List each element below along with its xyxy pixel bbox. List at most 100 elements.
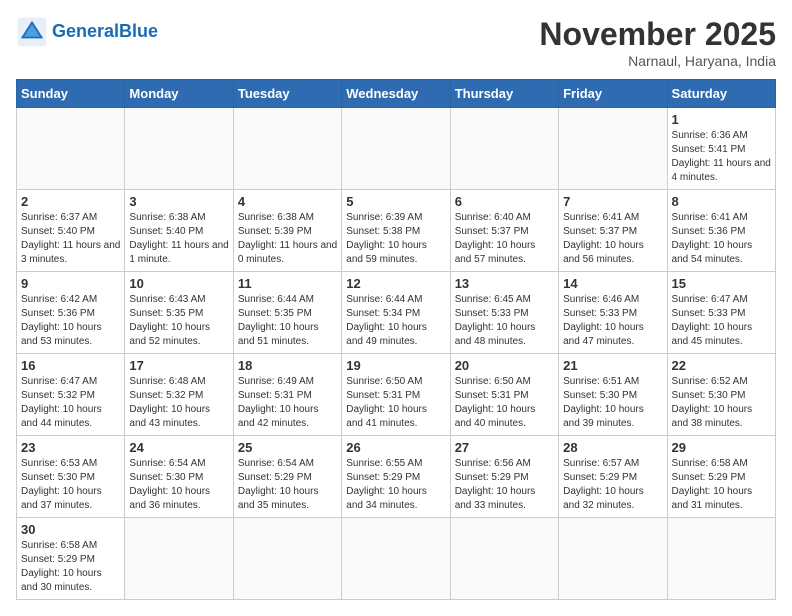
day-number: 27: [455, 440, 554, 455]
logo-blue-text: Blue: [119, 21, 158, 41]
day-number: 7: [563, 194, 662, 209]
logo-icon: [16, 16, 48, 48]
day-info: Sunrise: 6:44 AM Sunset: 5:34 PM Dayligh…: [346, 293, 445, 349]
calendar-cell: 5 Sunrise: 6:39 AM Sunset: 5:38 PM Daylig…: [342, 190, 450, 272]
day-info: Sunrise: 6:50 AM Sunset: 5:31 PM Dayligh…: [455, 375, 554, 431]
month-title: November 2025: [539, 16, 776, 53]
header-friday: Friday: [559, 80, 667, 108]
location: Narnaul, Haryana, India: [539, 53, 776, 69]
day-info: Sunrise: 6:41 AM Sunset: 5:37 PM Dayligh…: [563, 211, 662, 267]
calendar-cell: [450, 518, 558, 600]
calendar-cell: 20Sunrise: 6:50 AM Sunset: 5:31 PM Dayli…: [450, 354, 558, 436]
day-number: 1: [672, 112, 771, 127]
calendar-row-4: 23Sunrise: 6:53 AM Sunset: 5:30 PM Dayli…: [17, 436, 776, 518]
weekday-header-row: Sunday Monday Tuesday Wednesday Thursday…: [17, 80, 776, 108]
day-info: Sunrise: 6:41 AM Sunset: 5:36 PM Dayligh…: [672, 211, 771, 267]
day-info: Sunrise: 6:50 AM Sunset: 5:31 PM Dayligh…: [346, 375, 445, 431]
day-number: 19: [346, 358, 445, 373]
day-info: Sunrise: 6:49 AM Sunset: 5:31 PM Dayligh…: [238, 375, 337, 431]
calendar-cell: 19 Sunrise: 6:50 AM Sunset: 5:31 PM Dayli…: [342, 354, 450, 436]
day-number: 15: [672, 276, 771, 291]
day-number: 2: [21, 194, 120, 209]
calendar-cell: 9Sunrise: 6:42 AM Sunset: 5:36 PM Daylig…: [17, 272, 125, 354]
calendar-cell: [233, 108, 341, 190]
calendar-cell: [233, 518, 341, 600]
day-info: Sunrise: 6:48 AM Sunset: 5:32 PM Dayligh…: [129, 375, 228, 431]
calendar-cell: 24 Sunrise: 6:54 AM Sunset: 5:30 PM Dayli…: [125, 436, 233, 518]
calendar-cell: 13 Sunrise: 6:45 AM Sunset: 5:33 PM Dayli…: [450, 272, 558, 354]
day-info: Sunrise: 6:54 AM Sunset: 5:29 PM Dayligh…: [238, 457, 337, 513]
calendar-cell: 30Sunrise: 6:58 AM Sunset: 5:29 PM Dayli…: [17, 518, 125, 600]
day-info: Sunrise: 6:52 AM Sunset: 5:30 PM Dayligh…: [672, 375, 771, 431]
calendar-cell: 27 Sunrise: 6:56 AM Sunset: 5:29 PM Dayli…: [450, 436, 558, 518]
calendar-cell: 28 Sunrise: 6:57 AM Sunset: 5:29 PM Dayli…: [559, 436, 667, 518]
title-block: November 2025 Narnaul, Haryana, India: [539, 16, 776, 69]
day-number: 16: [21, 358, 120, 373]
day-info: Sunrise: 6:56 AM Sunset: 5:29 PM Dayligh…: [455, 457, 554, 513]
calendar-row-3: 16 Sunrise: 6:47 AM Sunset: 5:32 PM Dayli…: [17, 354, 776, 436]
day-info: Sunrise: 6:37 AM Sunset: 5:40 PM Dayligh…: [21, 211, 120, 267]
day-number: 24: [129, 440, 228, 455]
calendar-cell: [342, 108, 450, 190]
calendar-row-0: 1 Sunrise: 6:36 AM Sunset: 5:41 PM Daylig…: [17, 108, 776, 190]
calendar-cell: 23Sunrise: 6:53 AM Sunset: 5:30 PM Dayli…: [17, 436, 125, 518]
day-number: 26: [346, 440, 445, 455]
calendar-cell: [17, 108, 125, 190]
day-number: 3: [129, 194, 228, 209]
calendar-cell: 21 Sunrise: 6:51 AM Sunset: 5:30 PM Dayli…: [559, 354, 667, 436]
day-number: 22: [672, 358, 771, 373]
calendar-cell: 15 Sunrise: 6:47 AM Sunset: 5:33 PM Dayli…: [667, 272, 775, 354]
header-tuesday: Tuesday: [233, 80, 341, 108]
day-info: Sunrise: 6:39 AM Sunset: 5:38 PM Dayligh…: [346, 211, 445, 267]
day-info: Sunrise: 6:55 AM Sunset: 5:29 PM Dayligh…: [346, 457, 445, 513]
day-info: Sunrise: 6:47 AM Sunset: 5:33 PM Dayligh…: [672, 293, 771, 349]
calendar-row-5: 30Sunrise: 6:58 AM Sunset: 5:29 PM Dayli…: [17, 518, 776, 600]
calendar-cell: 7 Sunrise: 6:41 AM Sunset: 5:37 PM Daylig…: [559, 190, 667, 272]
calendar-table: Sunday Monday Tuesday Wednesday Thursday…: [16, 79, 776, 600]
day-number: 6: [455, 194, 554, 209]
day-info: Sunrise: 6:40 AM Sunset: 5:37 PM Dayligh…: [455, 211, 554, 267]
day-number: 5: [346, 194, 445, 209]
calendar-cell: 25 Sunrise: 6:54 AM Sunset: 5:29 PM Dayli…: [233, 436, 341, 518]
day-info: Sunrise: 6:57 AM Sunset: 5:29 PM Dayligh…: [563, 457, 662, 513]
calendar-cell: 3Sunrise: 6:38 AM Sunset: 5:40 PM Daylig…: [125, 190, 233, 272]
day-number: 10: [129, 276, 228, 291]
day-info: Sunrise: 6:58 AM Sunset: 5:29 PM Dayligh…: [672, 457, 771, 513]
day-number: 28: [563, 440, 662, 455]
calendar-cell: [667, 518, 775, 600]
calendar-cell: [559, 108, 667, 190]
day-number: 11: [238, 276, 337, 291]
calendar-cell: 29Sunrise: 6:58 AM Sunset: 5:29 PM Dayli…: [667, 436, 775, 518]
day-info: Sunrise: 6:51 AM Sunset: 5:30 PM Dayligh…: [563, 375, 662, 431]
day-info: Sunrise: 6:45 AM Sunset: 5:33 PM Dayligh…: [455, 293, 554, 349]
day-number: 21: [563, 358, 662, 373]
header-monday: Monday: [125, 80, 233, 108]
day-number: 25: [238, 440, 337, 455]
page-header: GeneralBlue November 2025 Narnaul, Harya…: [16, 16, 776, 69]
logo: GeneralBlue: [16, 16, 158, 48]
calendar-cell: 8 Sunrise: 6:41 AM Sunset: 5:36 PM Daylig…: [667, 190, 775, 272]
day-number: 30: [21, 522, 120, 537]
calendar-cell: 16 Sunrise: 6:47 AM Sunset: 5:32 PM Dayli…: [17, 354, 125, 436]
day-info: Sunrise: 6:38 AM Sunset: 5:39 PM Dayligh…: [238, 211, 337, 267]
logo-text: GeneralBlue: [52, 22, 158, 42]
day-info: Sunrise: 6:36 AM Sunset: 5:41 PM Dayligh…: [672, 129, 771, 185]
day-info: Sunrise: 6:54 AM Sunset: 5:30 PM Dayligh…: [129, 457, 228, 513]
day-info: Sunrise: 6:43 AM Sunset: 5:35 PM Dayligh…: [129, 293, 228, 349]
day-number: 13: [455, 276, 554, 291]
header-wednesday: Wednesday: [342, 80, 450, 108]
calendar-cell: 26 Sunrise: 6:55 AM Sunset: 5:29 PM Dayli…: [342, 436, 450, 518]
calendar-cell: [342, 518, 450, 600]
calendar-cell: 18Sunrise: 6:49 AM Sunset: 5:31 PM Dayli…: [233, 354, 341, 436]
calendar-cell: 10 Sunrise: 6:43 AM Sunset: 5:35 PM Dayli…: [125, 272, 233, 354]
calendar-cell: 2 Sunrise: 6:37 AM Sunset: 5:40 PM Daylig…: [17, 190, 125, 272]
day-number: 8: [672, 194, 771, 209]
calendar-cell: 6 Sunrise: 6:40 AM Sunset: 5:37 PM Daylig…: [450, 190, 558, 272]
calendar-cell: 4Sunrise: 6:38 AM Sunset: 5:39 PM Daylig…: [233, 190, 341, 272]
day-number: 12: [346, 276, 445, 291]
day-number: 14: [563, 276, 662, 291]
day-info: Sunrise: 6:47 AM Sunset: 5:32 PM Dayligh…: [21, 375, 120, 431]
calendar-cell: 12 Sunrise: 6:44 AM Sunset: 5:34 PM Dayli…: [342, 272, 450, 354]
calendar-cell: 1 Sunrise: 6:36 AM Sunset: 5:41 PM Daylig…: [667, 108, 775, 190]
header-sunday: Sunday: [17, 80, 125, 108]
